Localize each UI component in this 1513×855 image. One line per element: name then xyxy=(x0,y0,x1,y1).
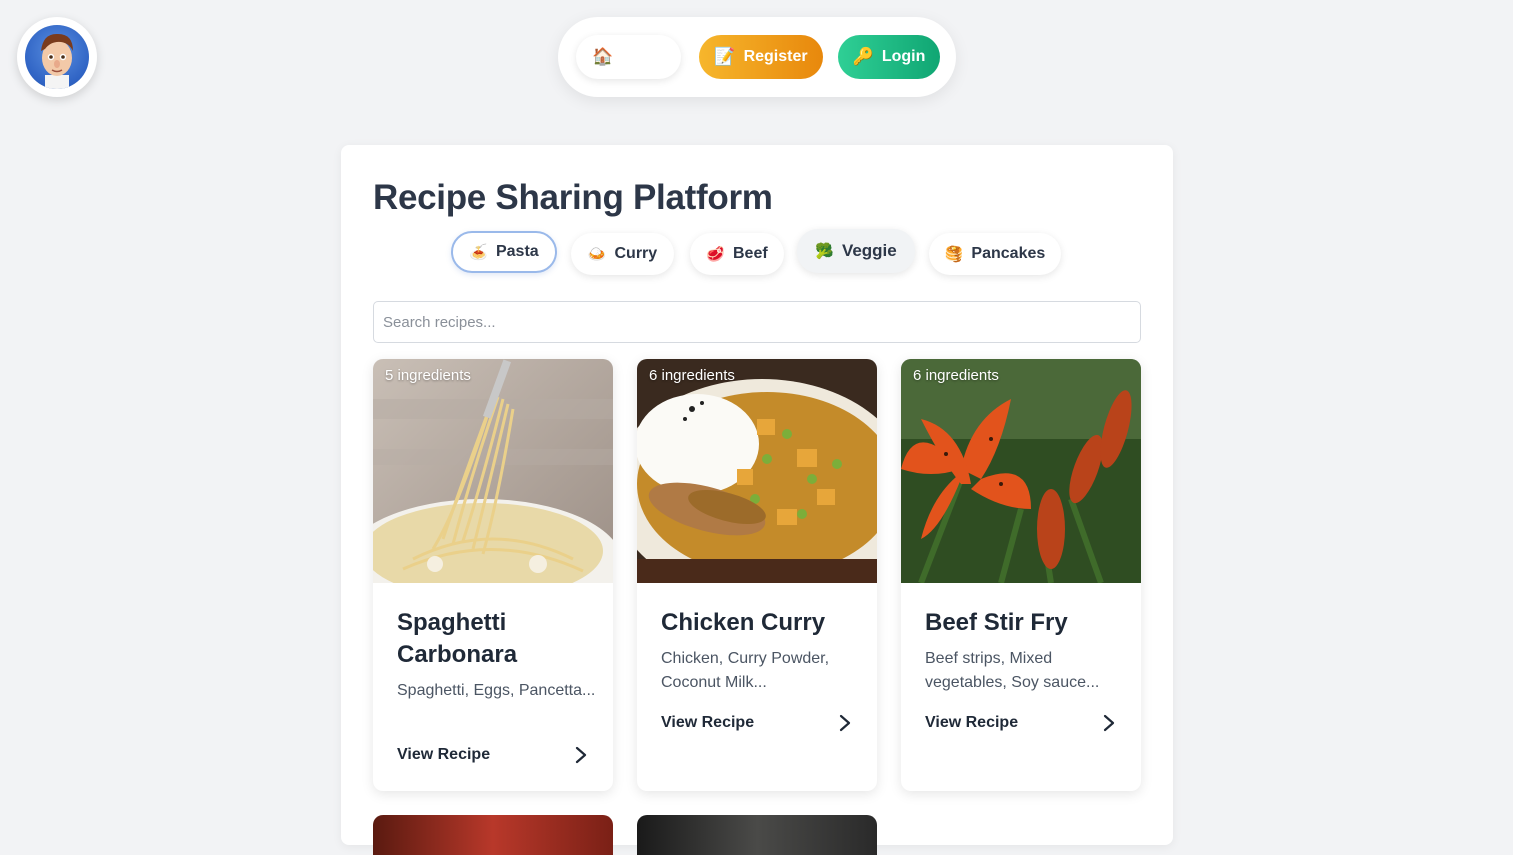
category-chip-pancakes[interactable]: 🥞 Pancakes xyxy=(929,233,1061,275)
user-avatar[interactable] xyxy=(17,17,97,97)
view-recipe-label: View Recipe xyxy=(661,714,755,731)
category-chip-pasta[interactable]: 🍝 Pasta xyxy=(451,231,557,273)
ingredient-count-badge: 6 ingredients xyxy=(913,367,999,384)
category-label: Beef xyxy=(733,245,768,262)
chevron-right-icon xyxy=(1103,714,1115,732)
view-recipe-link[interactable]: View Recipe xyxy=(661,711,851,735)
page-title: Recipe Sharing Platform xyxy=(373,178,773,217)
view-recipe-link[interactable]: View Recipe xyxy=(397,743,587,767)
chef-avatar-icon xyxy=(25,25,89,89)
category-label: Veggie xyxy=(841,241,897,260)
category-chip-veggie[interactable]: 🥦 Veggie xyxy=(797,229,915,273)
chicken-curry-image: 6 ingredients xyxy=(637,359,877,583)
recipe-ingredients: Beef strips, Mixed vegetables, Soy sauce… xyxy=(925,650,1100,691)
broccoli-icon: 🥦 xyxy=(815,243,834,260)
recipe-card-chicken-curry[interactable]: 6 ingredients Chicken Curry Chicken, Cur… xyxy=(637,359,877,791)
chevron-right-icon xyxy=(839,714,851,732)
recipe-card-peek[interactable] xyxy=(373,815,613,855)
category-label: Pancakes xyxy=(971,245,1046,262)
spaghetti-carbonara-image: 5 ingredients xyxy=(373,359,613,583)
recipe-title: Spaghetti Carbonara xyxy=(397,609,518,668)
home-icon: 🏠 xyxy=(592,47,614,66)
category-label: Curry xyxy=(614,245,658,262)
recipe-card-peek[interactable] xyxy=(637,815,877,855)
recipe-card-beef-stir-fry[interactable]: 6 ingredients Beef Stir Fry Beef strips,… xyxy=(901,359,1141,791)
category-chip-curry[interactable]: 🍛 Curry xyxy=(571,233,674,275)
chevron-right-icon xyxy=(575,746,587,764)
login-label: Login xyxy=(881,48,926,65)
ingredient-count-badge: 5 ingredients xyxy=(385,367,471,384)
register-button[interactable]: 📝 Register xyxy=(699,35,823,79)
main-content-card: Recipe Sharing Platform 🍝 Pasta 🍛 Curry … xyxy=(341,145,1173,855)
view-recipe-label: View Recipe xyxy=(925,714,1019,731)
register-label: Register xyxy=(743,48,808,65)
key-icon: 🔑 xyxy=(852,47,874,66)
meat-icon: 🥩 xyxy=(706,246,725,263)
recipe-title: Chicken Curry xyxy=(661,609,826,636)
category-chip-beef[interactable]: 🥩 Beef xyxy=(690,233,784,275)
login-button[interactable]: 🔑 Login xyxy=(838,35,940,79)
memo-icon: 📝 xyxy=(714,47,736,66)
recipe-ingredients: Spaghetti, Eggs, Pancetta... xyxy=(397,682,596,699)
view-recipe-label: View Recipe xyxy=(397,746,491,763)
recipe-title: Beef Stir Fry xyxy=(925,609,1068,636)
ingredient-count-badge: 6 ingredients xyxy=(649,367,735,384)
spaghetti-icon: 🍝 xyxy=(469,244,488,261)
recipe-ingredients: Chicken, Curry Powder, Coconut Milk... xyxy=(661,650,830,691)
recipe-card-spaghetti-carbonara[interactable]: 5 ingredients Spaghetti Carbonara Spaghe… xyxy=(373,359,613,791)
top-navigation: 🏠 📝 Register 🔑 Login xyxy=(558,17,956,97)
pancakes-icon: 🥞 xyxy=(944,246,964,263)
beef-stir-fry-image: 6 ingredients xyxy=(901,359,1141,583)
search-input[interactable] xyxy=(373,301,1141,343)
category-label: Pasta xyxy=(495,243,539,260)
view-recipe-link[interactable]: View Recipe xyxy=(925,711,1115,735)
home-button[interactable]: 🏠 xyxy=(576,35,681,79)
curry-rice-icon: 🍛 xyxy=(587,246,607,263)
